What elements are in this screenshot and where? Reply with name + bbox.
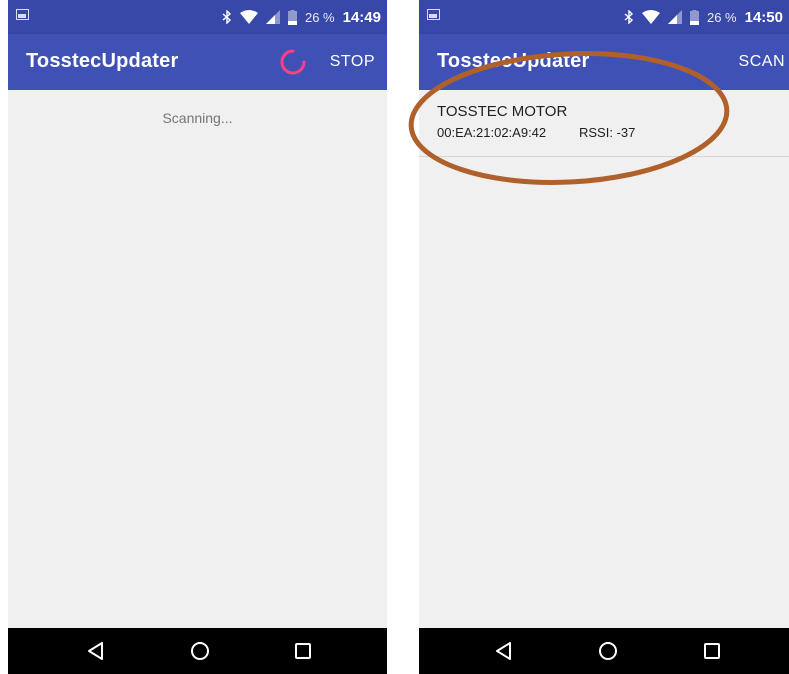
phone-screen-results: 26 % 14:50 TosstecUpdater SCAN TOSSTEC M… — [419, 0, 789, 674]
progress-spinner-icon — [280, 49, 306, 75]
scan-button[interactable]: SCAN — [739, 53, 785, 71]
navigation-bar — [419, 628, 789, 674]
app-title: TosstecUpdater — [26, 50, 179, 72]
recent-apps-icon[interactable] — [291, 639, 315, 663]
app-bar: TosstecUpdater STOP — [8, 34, 387, 90]
device-list: TOSSTEC MOTOR 00:EA:21:02:A9:42 RSSI: -3… — [419, 90, 789, 628]
status-bar: 26 % 14:50 — [419, 0, 789, 34]
phone-screen-scanning: 26 % 14:49 TosstecUpdater STOP Scanning.… — [8, 0, 387, 674]
clock: 14:49 — [342, 8, 381, 26]
wifi-icon — [239, 10, 258, 24]
battery-icon — [287, 9, 297, 25]
device-rssi: RSSI: -37 — [579, 125, 636, 140]
wifi-icon — [641, 10, 660, 24]
battery-icon — [689, 9, 699, 25]
back-icon[interactable] — [492, 639, 516, 663]
recent-apps-icon[interactable] — [700, 639, 724, 663]
back-icon[interactable] — [84, 639, 108, 663]
battery-percent: 26 % — [706, 9, 737, 25]
bluetooth-icon — [624, 10, 634, 24]
list-item-device[interactable]: TOSSTEC MOTOR 00:EA:21:02:A9:42 RSSI: -3… — [419, 90, 789, 157]
device-address: 00:EA:21:02:A9:42 — [437, 125, 547, 140]
gallery-notification-icon — [427, 9, 440, 20]
home-icon[interactable] — [596, 639, 620, 663]
cell-signal-icon — [667, 10, 682, 24]
cell-signal-icon — [265, 10, 280, 24]
scanning-status: Scanning... — [162, 110, 233, 126]
app-bar: TosstecUpdater SCAN — [419, 34, 789, 90]
app-title: TosstecUpdater — [437, 50, 590, 72]
device-list: Scanning... — [8, 90, 387, 628]
clock: 14:50 — [744, 8, 783, 26]
navigation-bar — [8, 628, 387, 674]
device-name: TOSSTEC MOTOR — [437, 103, 568, 120]
bluetooth-icon — [222, 10, 232, 24]
home-icon[interactable] — [188, 639, 212, 663]
battery-percent: 26 % — [304, 9, 335, 25]
gallery-notification-icon — [16, 9, 29, 20]
status-bar: 26 % 14:49 — [8, 0, 387, 34]
stop-button[interactable]: STOP — [330, 53, 375, 71]
